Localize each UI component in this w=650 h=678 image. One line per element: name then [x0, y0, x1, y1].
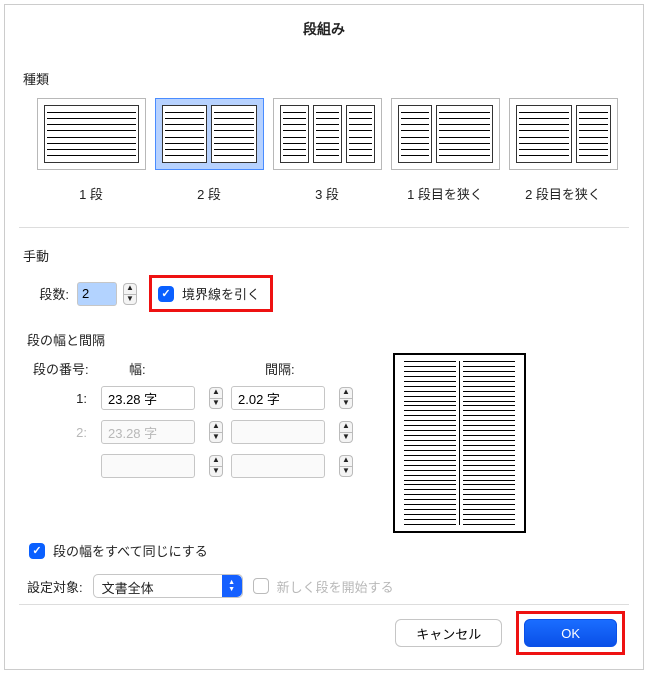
- column-count-label: 段数:: [27, 284, 69, 303]
- select-arrows-icon: ▲▼: [222, 575, 242, 597]
- manual-section-label: 手動: [23, 246, 625, 265]
- preset-right-narrow-thumb: [509, 98, 618, 170]
- preset-one-column[interactable]: 1 段: [37, 98, 145, 203]
- spacing-1-stepper[interactable]: ▲▼: [339, 387, 353, 409]
- spacing-input-3: [231, 454, 325, 478]
- preset-left-narrow[interactable]: 1 段目を狭く: [391, 98, 499, 203]
- preset-three-columns-label: 3 段: [315, 184, 339, 203]
- chevron-up-icon[interactable]: ▲: [123, 283, 137, 294]
- row-number: 1:: [33, 391, 93, 406]
- width-3-stepper: ▲▼: [209, 455, 223, 477]
- width-spacing-label: 段の幅と間隔: [27, 330, 625, 349]
- column-count-input[interactable]: [77, 282, 117, 306]
- apply-to-label: 設定対象:: [27, 577, 83, 596]
- preset-right-narrow[interactable]: 2 段目を狭く: [509, 98, 617, 203]
- ok-highlight: OK: [516, 611, 625, 655]
- preset-left-narrow-thumb: [391, 98, 500, 170]
- presets-section-label: 種類: [23, 69, 625, 88]
- column-count-stepper[interactable]: ▲ ▼: [123, 283, 137, 305]
- table-row: 1: ▲▼ ▲▼: [33, 386, 353, 410]
- row-number: 2:: [33, 425, 93, 440]
- columns-dialog: 段組み 種類 1 段 2 段 3 段: [4, 4, 644, 670]
- line-between-label: 境界線を引く: [182, 284, 260, 303]
- width-input-1[interactable]: [101, 386, 195, 410]
- dialog-footer: キャンセル OK: [395, 611, 625, 655]
- width-1-stepper[interactable]: ▲▼: [209, 387, 223, 409]
- line-between-highlight: ✓ 境界線を引く: [149, 275, 273, 312]
- apply-to-select[interactable]: 文書全体 ▲▼: [93, 574, 243, 598]
- divider: [19, 227, 629, 228]
- width-input-2: [101, 420, 195, 444]
- dialog-title: 段組み: [23, 5, 625, 63]
- presets-row: 1 段 2 段 3 段 1 段目を狭く: [37, 98, 625, 203]
- spacing-3-stepper: ▲▼: [339, 455, 353, 477]
- preset-right-narrow-label: 2 段目を狭く: [525, 184, 601, 203]
- cancel-button[interactable]: キャンセル: [395, 619, 502, 647]
- col-num-header: 段の番号:: [33, 359, 111, 378]
- column-preview: [393, 353, 526, 533]
- width-header: 幅:: [129, 359, 247, 378]
- spacing-header: 間隔:: [265, 359, 325, 378]
- preset-left-narrow-label: 1 段目を狭く: [407, 184, 483, 203]
- preset-two-columns-thumb: [155, 98, 264, 170]
- preset-three-columns-thumb: [273, 98, 382, 170]
- width-2-stepper: ▲▼: [209, 421, 223, 443]
- preset-two-columns-label: 2 段: [197, 184, 221, 203]
- preset-one-column-thumb: [37, 98, 146, 170]
- preset-two-columns[interactable]: 2 段: [155, 98, 263, 203]
- width-input-3: [101, 454, 195, 478]
- preset-three-columns[interactable]: 3 段: [273, 98, 381, 203]
- ok-button[interactable]: OK: [524, 619, 617, 647]
- start-new-column-label: 新しく段を開始する: [277, 577, 394, 596]
- spacing-input-2: [231, 420, 325, 444]
- table-row: 2: ▲▼ ▲▼: [33, 420, 353, 444]
- preset-one-column-label: 1 段: [79, 184, 103, 203]
- apply-to-value: 文書全体: [102, 581, 154, 596]
- chevron-down-icon[interactable]: ▼: [123, 294, 137, 305]
- spacing-input-1[interactable]: [231, 386, 325, 410]
- spacing-2-stepper: ▲▼: [339, 421, 353, 443]
- footer-divider: [19, 604, 629, 605]
- line-between-checkbox[interactable]: ✓: [158, 286, 174, 302]
- start-new-column-checkbox: [253, 578, 269, 594]
- equal-width-label: 段の幅をすべて同じにする: [53, 541, 208, 560]
- equal-width-checkbox[interactable]: ✓: [29, 543, 45, 559]
- width-spacing-table: 段の番号: 幅: 間隔: 1: ▲▼ ▲▼ 2: ▲▼ ▲▼: [33, 359, 353, 488]
- table-row: ▲▼ ▲▼: [33, 454, 353, 478]
